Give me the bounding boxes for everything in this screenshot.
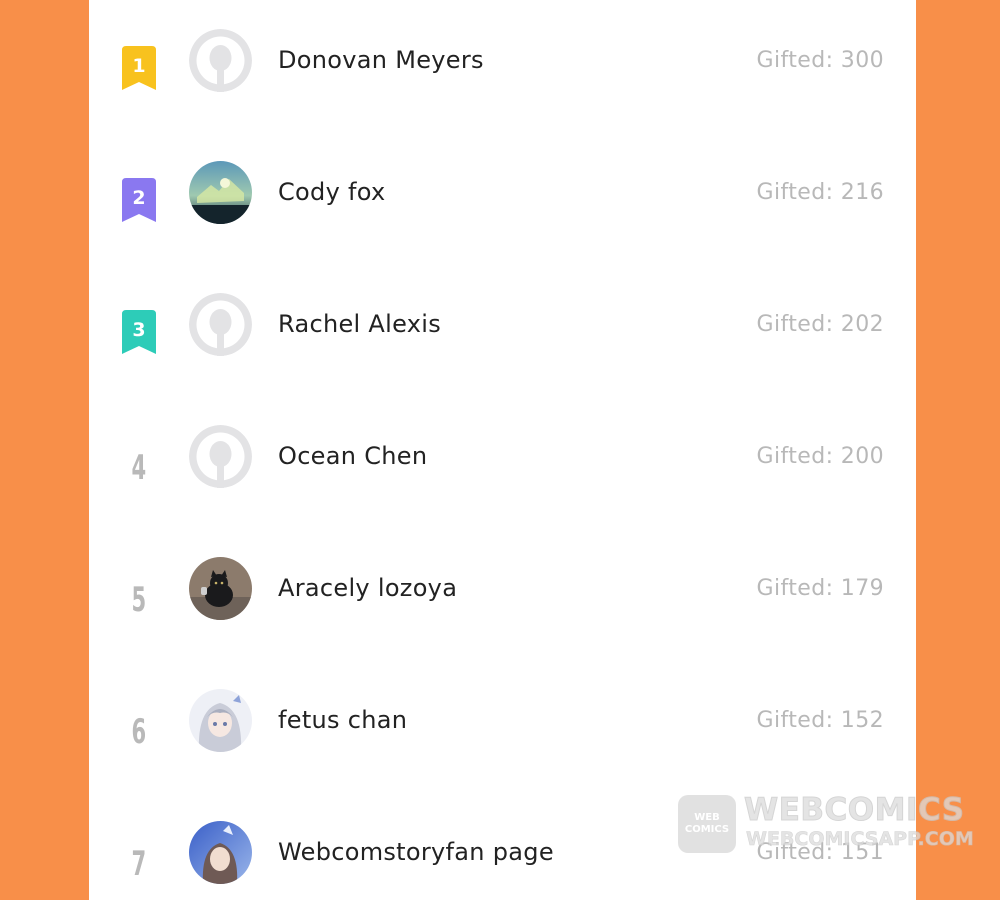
user-photo-avatar[interactable] — [189, 557, 252, 620]
user-photo-avatar[interactable] — [189, 689, 252, 752]
rank-number-container: 4 — [121, 442, 157, 494]
rank-number: 3 — [132, 319, 145, 341]
watermark-subtitle: WEBCOMICSAPP.COM — [746, 828, 974, 851]
leaderboard-row[interactable]: 4 Ocean Chen Gifted: 200 — [89, 410, 916, 542]
rank-badge-gold: 1 — [121, 46, 157, 98]
rank-badge-teal: 3 — [121, 310, 157, 362]
leaderboard-row[interactable]: 1 Donovan Meyers Gifted: 300 — [89, 14, 916, 146]
rank-number-container: 7 — [121, 838, 157, 890]
watermark-badge-line2: COMICS — [684, 824, 730, 835]
webcomics-logo-badge: WEB COMICS — [678, 795, 736, 853]
rank-number: 7 — [131, 844, 147, 884]
leaderboard-row[interactable]: 6 fetus chan Gifted: 152 — [89, 674, 916, 806]
default-avatar-icon[interactable] — [189, 293, 252, 356]
leaderboard-row[interactable]: 2 Cody fox Gifted: 216 — [89, 146, 916, 278]
user-photo-avatar[interactable] — [189, 161, 252, 224]
gifted-count: Gifted: 202 — [756, 312, 884, 337]
watermark-title: WEBCOMICS — [744, 792, 965, 828]
rank-number-container: 5 — [121, 574, 157, 626]
gifted-count: Gifted: 152 — [756, 708, 884, 733]
leaderboard-panel: 1 Donovan Meyers Gifted: 300 2 Cody fox … — [89, 0, 916, 900]
user-photo-avatar[interactable] — [189, 821, 252, 884]
default-avatar-icon[interactable] — [189, 425, 252, 488]
webcomics-watermark: WEB COMICS WEBCOMICS WEBCOMICSAPP.COM — [678, 792, 974, 853]
user-name[interactable]: Webcomstoryfan page — [278, 834, 554, 870]
rank-number: 2 — [132, 187, 145, 209]
gifted-count: Gifted: 200 — [756, 444, 884, 469]
rank-number: 5 — [131, 580, 147, 620]
user-name[interactable]: Aracely lozoya — [278, 570, 457, 606]
rank-number: 6 — [131, 712, 147, 752]
user-name[interactable]: fetus chan — [278, 702, 407, 738]
gifted-count: Gifted: 179 — [756, 576, 884, 601]
leaderboard-row[interactable]: 5 Aracely lozoya Gifted: 179 — [89, 542, 916, 674]
user-name[interactable]: Rachel Alexis — [278, 306, 441, 342]
rank-badge-purple: 2 — [121, 178, 157, 230]
watermark-badge-line1: WEB — [694, 812, 720, 823]
default-avatar-icon[interactable] — [189, 29, 252, 92]
gifted-count: Gifted: 300 — [756, 48, 884, 73]
user-name[interactable]: Cody fox — [278, 174, 386, 210]
rank-number-container: 6 — [121, 706, 157, 758]
rank-number: 1 — [132, 55, 145, 77]
leaderboard-row[interactable]: 3 Rachel Alexis Gifted: 202 — [89, 278, 916, 410]
user-name[interactable]: Donovan Meyers — [278, 42, 484, 78]
user-name[interactable]: Ocean Chen — [278, 438, 427, 474]
gifted-count: Gifted: 216 — [756, 180, 884, 205]
rank-number: 4 — [131, 448, 147, 488]
